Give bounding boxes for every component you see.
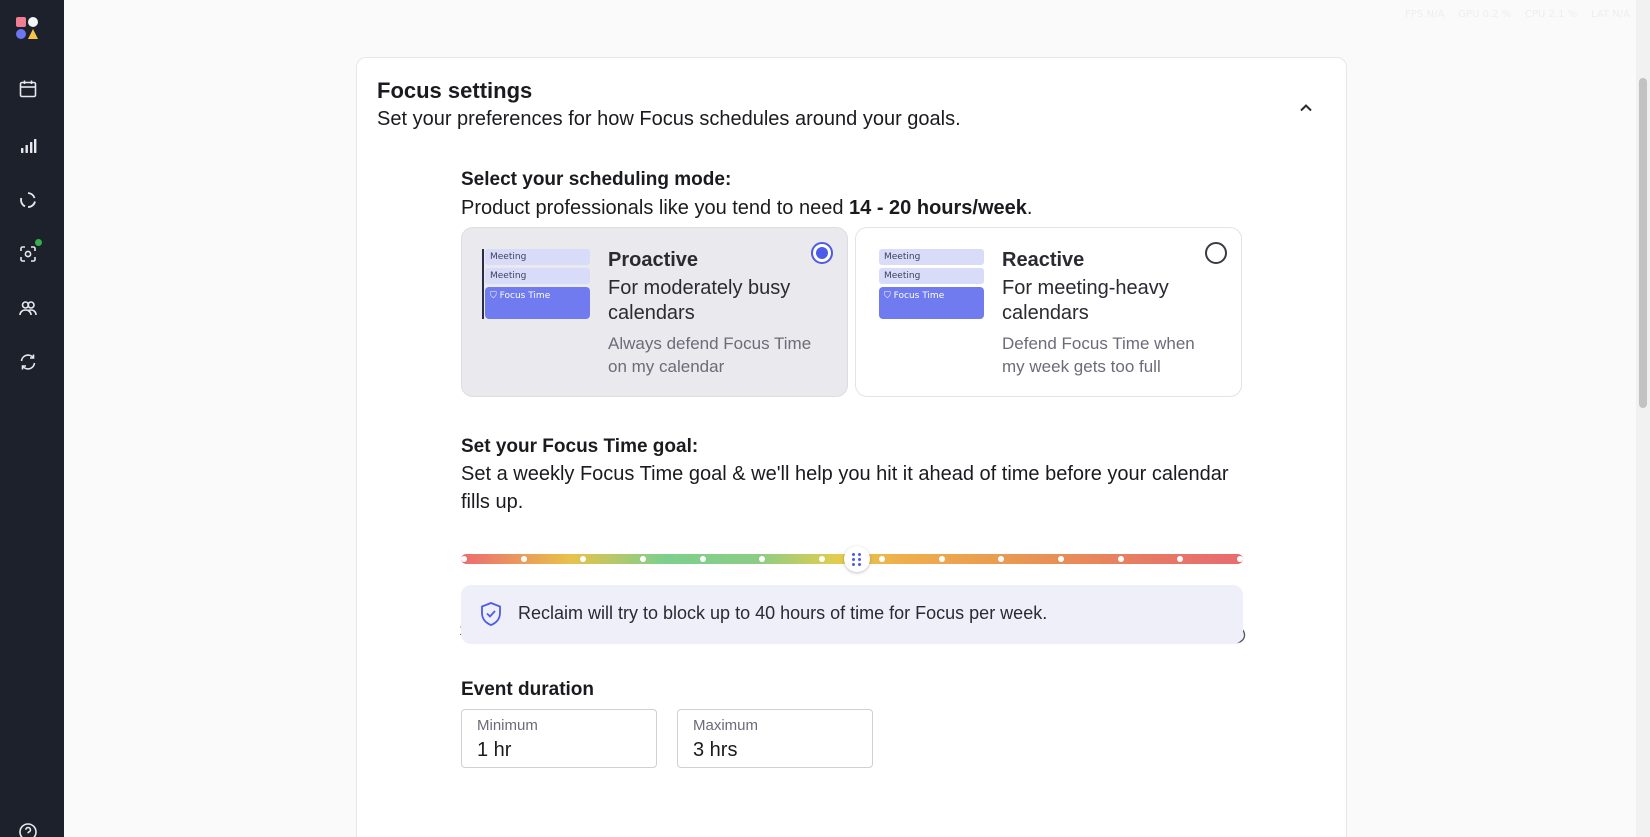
minimum-duration-field[interactable]: Minimum 1 hr xyxy=(461,709,657,768)
slider-tick xyxy=(878,556,885,562)
minimum-label: Minimum xyxy=(477,717,538,734)
mode-description: For meeting-heavy calendars xyxy=(1002,277,1169,324)
status-gpu: GPU 0.2 % xyxy=(1458,9,1512,20)
sync-icon[interactable] xyxy=(17,351,39,373)
reactive-preview: Meeting Meeting ⛉ Focus Time xyxy=(876,249,984,319)
slider-tick xyxy=(1117,556,1124,562)
slider-tick xyxy=(1057,556,1064,562)
recommended-hours: 14 - 20 hours/week xyxy=(849,197,1027,219)
focus-notice: Reclaim will try to block up to 40 hours… xyxy=(461,585,1243,644)
calendar-icon[interactable] xyxy=(17,78,39,100)
slider-tick xyxy=(938,556,945,562)
collapse-button[interactable] xyxy=(1294,96,1318,120)
habits-icon[interactable] xyxy=(17,189,39,211)
focus-goal-slider[interactable] xyxy=(461,542,1243,576)
proactive-radio[interactable] xyxy=(811,242,833,264)
shield-icon: ⛉ xyxy=(884,291,891,301)
status-fps: FPS N/A xyxy=(1405,9,1445,20)
mode-note: Defend Focus Time when my week gets too … xyxy=(1002,334,1195,376)
mode-option-proactive[interactable]: Meeting Meeting ⛉ Focus Time Proactive F… xyxy=(461,227,848,397)
slider-tick xyxy=(699,556,706,562)
maximum-label: Maximum xyxy=(693,717,759,734)
shield-icon: ⛉ xyxy=(490,291,497,301)
status-cpu: CPU 2.1 % xyxy=(1525,9,1578,20)
chevron-up-icon xyxy=(1300,104,1312,112)
goal-heading: Set your Focus Time goal: xyxy=(461,436,699,457)
mode-heading: Select your scheduling mode: xyxy=(461,169,732,190)
maximum-duration-field[interactable]: Maximum 3 hrs xyxy=(677,709,873,768)
focus-settings-card: Focus settings Set your preferences for … xyxy=(356,57,1347,837)
proactive-preview: Meeting Meeting ⛉ Focus Time xyxy=(482,249,590,319)
goal-text: Set a weekly Focus Time goal & we'll hel… xyxy=(461,463,1229,513)
app-logo[interactable] xyxy=(16,17,39,40)
slider-tick xyxy=(520,556,527,562)
mode-description: For moderately busy calendars xyxy=(608,277,791,324)
drag-handle-icon xyxy=(852,553,862,566)
card-subtitle: Set your preferences for how Focus sched… xyxy=(377,108,961,130)
minimum-value: 1 hr xyxy=(477,739,512,761)
duration-heading: Event duration xyxy=(461,679,595,700)
focus-icon[interactable] xyxy=(17,239,42,265)
mode-title: Reactive xyxy=(1002,249,1085,271)
mode-text: Product professionals like you tend to n… xyxy=(461,197,1033,219)
shield-check-icon xyxy=(481,602,501,626)
page-scrollbar[interactable] xyxy=(1636,0,1650,837)
card-title: Focus settings xyxy=(377,78,533,103)
performance-status: FPS N/A GPU 0.2 % CPU 2.1 % LAT N/A xyxy=(1405,9,1630,20)
mode-title: Proactive xyxy=(608,249,699,271)
stats-icon[interactable] xyxy=(17,135,39,157)
mode-note: Always defend Focus Time on my calendar xyxy=(608,334,812,376)
people-icon[interactable] xyxy=(17,297,39,319)
notification-dot xyxy=(35,239,42,246)
notice-text: Reclaim will try to block up to 40 hours… xyxy=(518,603,1048,623)
slider-tick xyxy=(1237,556,1243,562)
status-lat: LAT N/A xyxy=(1591,9,1630,20)
help-icon[interactable] xyxy=(17,821,39,837)
sidebar xyxy=(0,0,64,837)
maximum-value: 3 hrs xyxy=(693,739,738,761)
slider-thumb[interactable] xyxy=(844,546,871,572)
reactive-radio[interactable] xyxy=(1205,242,1227,264)
scrollbar-thumb[interactable] xyxy=(1639,78,1647,408)
mode-option-reactive[interactable]: Meeting Meeting ⛉ Focus Time Reactive Fo… xyxy=(855,227,1242,397)
slider-tick xyxy=(461,556,467,562)
